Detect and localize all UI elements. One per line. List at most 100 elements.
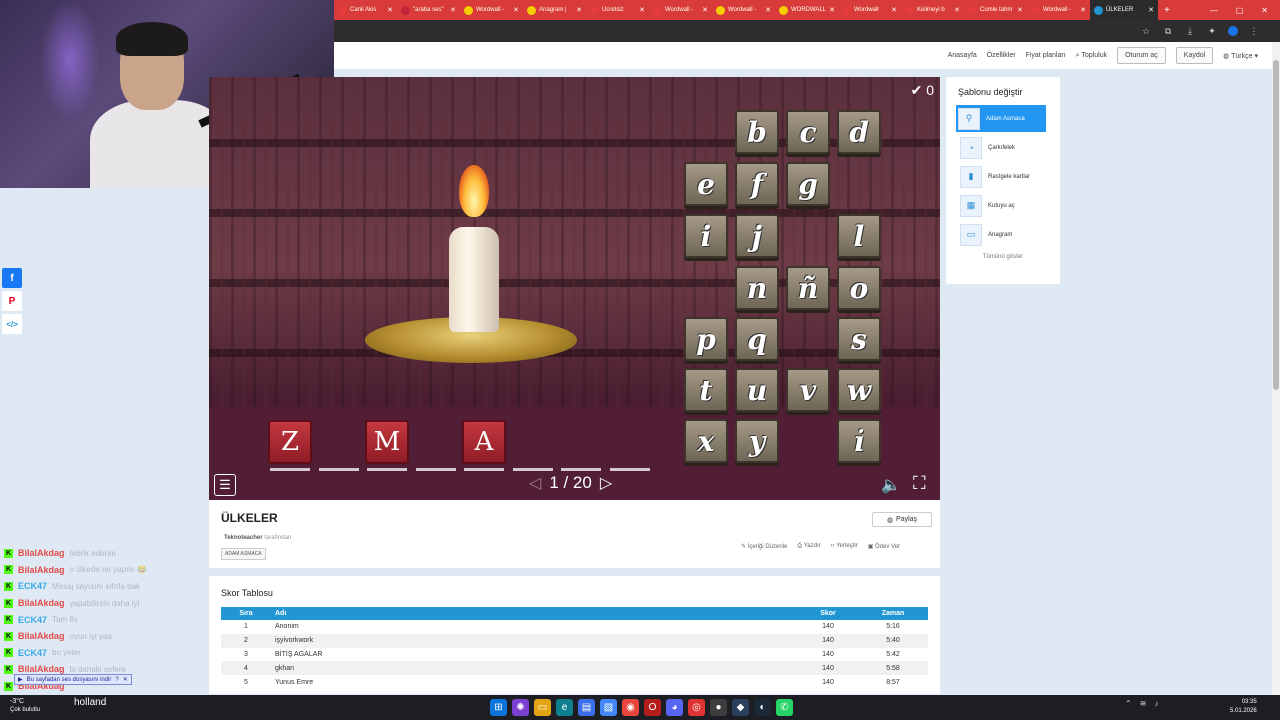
tray-expand-icon[interactable]: ⌃ bbox=[1125, 699, 1132, 708]
window-close-icon[interactable]: ✕ bbox=[1261, 6, 1268, 15]
chat-username[interactable]: ECK47 bbox=[18, 648, 47, 658]
print-link[interactable]: ⎙ Yazdır bbox=[797, 543, 820, 550]
share-button[interactable]: ◍ Paylaş bbox=[872, 512, 932, 527]
embed-share-icon[interactable]: </> bbox=[2, 314, 22, 334]
login-button[interactable]: Oturum aç bbox=[1117, 47, 1166, 64]
nav-community[interactable]: ⌕ Topluluk bbox=[1076, 52, 1107, 60]
column-header[interactable]: Adı bbox=[271, 607, 798, 620]
letter-key[interactable]: b bbox=[735, 110, 779, 154]
letter-key[interactable]: ñ bbox=[786, 266, 830, 310]
nav-features[interactable]: Özellikler bbox=[987, 52, 1016, 59]
letter-key[interactable]: c bbox=[786, 110, 830, 154]
tab-close-icon[interactable]: ✕ bbox=[891, 6, 897, 14]
nav-home[interactable]: Anasayfa bbox=[948, 52, 977, 59]
nav-pricing[interactable]: Fiyat planları bbox=[1026, 52, 1066, 59]
letter-key[interactable]: q bbox=[735, 317, 779, 361]
tab-close-icon[interactable]: ✕ bbox=[954, 6, 960, 14]
letter-key[interactable]: v bbox=[786, 368, 830, 412]
tab-close-icon[interactable]: ✕ bbox=[829, 6, 835, 14]
letter-key[interactable]: n bbox=[735, 266, 779, 310]
embed-link[interactable]: ‹› Yerleştir bbox=[831, 543, 858, 550]
letter-key[interactable]: o bbox=[837, 266, 881, 310]
obs-icon[interactable]: ● bbox=[710, 699, 727, 716]
letter-key[interactable]: u bbox=[735, 368, 779, 412]
column-header[interactable]: Sıra bbox=[221, 607, 271, 620]
letter-key[interactable]: d bbox=[837, 110, 881, 154]
edit-content-link[interactable]: ✎ İçeriği Düzenle bbox=[741, 543, 787, 550]
assign-link[interactable]: ▣ Ödev Ver bbox=[868, 543, 900, 550]
download-icon[interactable]: ⤓ bbox=[1184, 25, 1196, 37]
letter-key[interactable]: s bbox=[837, 317, 881, 361]
browser-tab[interactable]: Wordwall - ✕ bbox=[649, 0, 712, 20]
browser-tab[interactable]: Wordwall - ✕ bbox=[1027, 0, 1090, 20]
template-item[interactable]: ◔ Çarkıfelek bbox=[958, 134, 1048, 161]
register-button[interactable]: Kaydol bbox=[1175, 47, 1214, 64]
tab-close-icon[interactable]: ✕ bbox=[450, 6, 456, 14]
facebook-share-icon[interactable]: f bbox=[2, 268, 22, 288]
volume-icon[interactable]: ♪ bbox=[1154, 699, 1158, 708]
browser-tab[interactable]: Wordwall - ✕ bbox=[712, 0, 775, 20]
letter-key[interactable]: e bbox=[684, 162, 728, 206]
tab-close-icon[interactable]: ✕ bbox=[513, 6, 519, 14]
copilot-icon[interactable]: ✺ bbox=[512, 699, 529, 716]
star-icon[interactable]: ☆ bbox=[1140, 25, 1152, 37]
photos-icon[interactable]: ▧ bbox=[600, 699, 617, 716]
language-select[interactable]: ◍ Türkçe ▾ bbox=[1223, 52, 1258, 60]
chat-username[interactable]: BilalAkdag bbox=[18, 631, 65, 641]
menu-dots-icon[interactable]: ⋮ bbox=[1248, 25, 1260, 37]
tab-close-icon[interactable]: ✕ bbox=[702, 6, 708, 14]
opera-icon[interactable]: O bbox=[644, 699, 661, 716]
fullscreen-icon[interactable]: ⛶ bbox=[913, 473, 926, 494]
wifi-icon[interactable]: ≋ bbox=[1140, 699, 1147, 708]
chrome-icon[interactable]: ◉ bbox=[622, 699, 639, 716]
tab-close-icon[interactable]: ✕ bbox=[1017, 6, 1023, 14]
maximize-icon[interactable]: ▢ bbox=[1236, 6, 1244, 15]
edge-icon[interactable]: e bbox=[556, 699, 573, 716]
show-all-link[interactable]: Tümünü göster bbox=[958, 254, 1048, 260]
sound-icon[interactable]: 🔈 bbox=[881, 475, 901, 495]
discord-icon[interactable]: ◕ bbox=[666, 699, 683, 716]
template-item[interactable]: ⚲ Adam Asmaca bbox=[956, 105, 1046, 132]
tab-close-icon[interactable]: ✕ bbox=[765, 6, 771, 14]
chat-username[interactable]: BilalAkdag bbox=[18, 565, 65, 575]
help-icon[interactable]: ? bbox=[115, 677, 118, 683]
letter-key[interactable]: y bbox=[735, 419, 779, 463]
template-item[interactable]: ▭ Anagram bbox=[958, 221, 1048, 248]
clock[interactable]: 03:35 5.01.2026 bbox=[1230, 698, 1257, 716]
letter-key[interactable]: f bbox=[735, 162, 779, 206]
letter-key[interactable]: g bbox=[786, 162, 830, 206]
tab-close-icon[interactable]: ✕ bbox=[387, 6, 393, 14]
new-tab-button[interactable]: + bbox=[1158, 5, 1176, 16]
next-arrow-icon[interactable]: ▷ bbox=[600, 473, 612, 493]
profile-avatar[interactable] bbox=[1228, 26, 1238, 36]
store-icon[interactable]: ▤ bbox=[578, 699, 595, 716]
browser-tab[interactable]: "araba ses" ✕ bbox=[397, 0, 460, 20]
close-icon[interactable]: ✕ bbox=[123, 676, 128, 683]
author-name[interactable]: Teknoteacher bbox=[224, 535, 263, 541]
tab-close-icon[interactable]: ✕ bbox=[1080, 6, 1086, 14]
tab-close-icon[interactable]: ✕ bbox=[639, 6, 645, 14]
browser-tab-active[interactable]: ÜLKELER ✕ bbox=[1090, 0, 1158, 20]
vscode-icon[interactable]: ◆ bbox=[732, 699, 749, 716]
windows-start-icon[interactable]: ⊞ bbox=[490, 699, 507, 716]
browser-tab[interactable]: Kelimeyi b ✕ bbox=[901, 0, 964, 20]
chat-username[interactable]: BilalAkdag bbox=[18, 598, 65, 608]
chat-username[interactable]: BilalAkdag bbox=[18, 548, 65, 558]
audio-download-notice[interactable]: ▶ Bu sayfadan ses dosyasını indir? ✕ bbox=[14, 674, 132, 685]
pinterest-share-icon[interactable]: P bbox=[2, 291, 22, 311]
page-scrollbar-thumb[interactable] bbox=[1273, 60, 1279, 390]
prev-arrow-icon[interactable]: ◁ bbox=[529, 473, 541, 493]
browser-tab[interactable]: WORDWALL ✕ bbox=[775, 0, 838, 20]
whatsapp-icon[interactable]: ✆ bbox=[776, 699, 793, 716]
extensions-icon[interactable]: ⧉ bbox=[1162, 25, 1174, 37]
chat-username[interactable]: BilalAkdag bbox=[18, 664, 65, 674]
folder-icon[interactable]: ▭ bbox=[534, 699, 551, 716]
browser-tab[interactable]: Wordwall - ✕ bbox=[460, 0, 523, 20]
letter-key[interactable]: p bbox=[684, 317, 728, 361]
menu-button[interactable]: ☰ bbox=[214, 474, 236, 496]
letter-key[interactable]: x bbox=[684, 419, 728, 463]
app-icon[interactable]: ◎ bbox=[688, 699, 705, 716]
chat-username[interactable]: ECK47 bbox=[18, 581, 47, 591]
chat-username[interactable]: ECK47 bbox=[18, 615, 47, 625]
template-item[interactable]: ▦ Kutuyu aç bbox=[958, 192, 1048, 219]
